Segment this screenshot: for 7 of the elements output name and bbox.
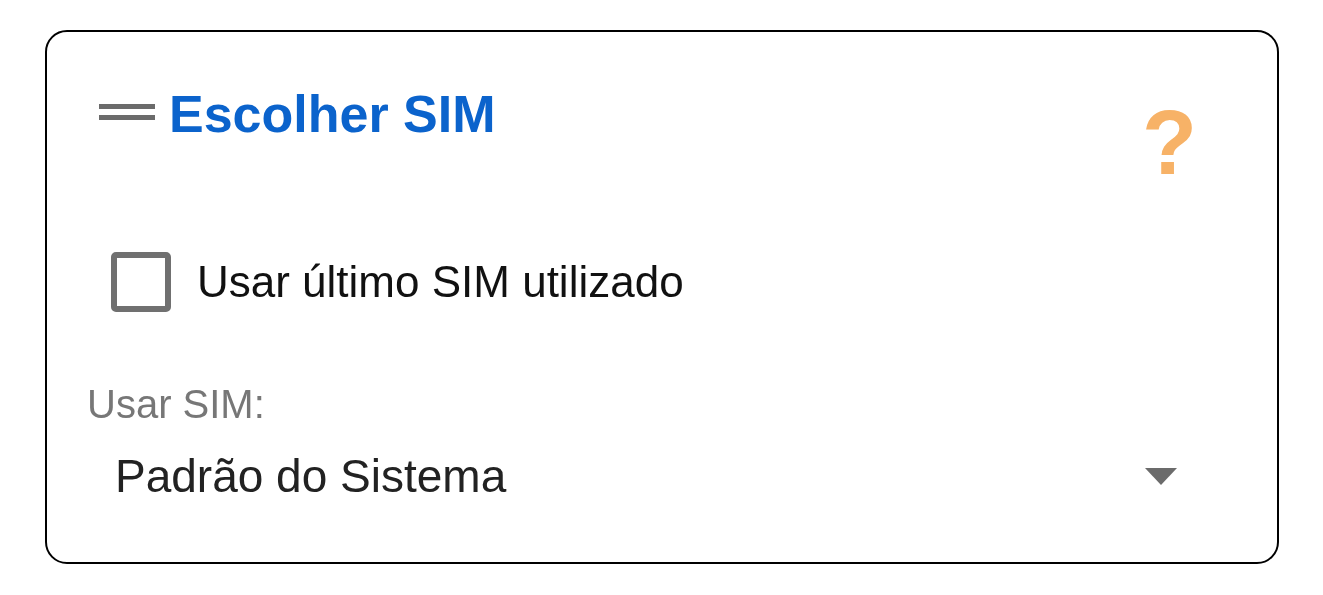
- drag-handle-icon[interactable]: [99, 102, 155, 122]
- field-label: Usar SIM:: [87, 382, 266, 427]
- sim-dropdown[interactable]: Padrão do Sistema: [115, 449, 1177, 503]
- card-title: Escolher SIM: [169, 84, 496, 144]
- checkbox[interactable]: [111, 252, 171, 312]
- caret-icon: [1145, 467, 1177, 485]
- checkbox-label: Usar último SIM utilizado: [197, 257, 684, 307]
